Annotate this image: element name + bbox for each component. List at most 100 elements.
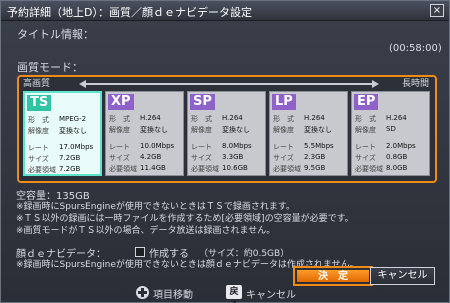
long-time-label: 長時間 xyxy=(401,79,429,89)
spec-value: 17.0Mbps xyxy=(59,143,94,151)
spec-key: サイズ xyxy=(273,154,294,162)
spec-value: 11.4GB xyxy=(140,164,166,172)
note-3: ※画質モードがＴＳ以外の場合、データ放送は録画されません。 xyxy=(16,226,276,236)
spec-key: 形 式 xyxy=(28,116,49,124)
quality-spec-row: サイズ 2.3GB xyxy=(273,153,347,163)
quality-spec-row: 解像度 変換なし xyxy=(273,125,347,135)
spec-key: 解像度 xyxy=(191,126,212,134)
spec-key: レート xyxy=(28,144,49,152)
spec-value: 3.3GB xyxy=(222,153,244,161)
spec-value: 変換なし xyxy=(304,126,332,134)
quality-code-badge: XP xyxy=(108,94,134,110)
spec-value: 8.0Mbps xyxy=(222,142,252,150)
spec-key: 解像度 xyxy=(109,126,130,134)
quality-spec-row: 解像度 変換なし xyxy=(109,125,183,135)
spec-key: 必要領域 xyxy=(109,165,137,173)
spec-value: 0.8GB xyxy=(386,153,408,161)
title-bar: 予約詳細（地上D）：画質／顔ｄｅナビデータ設定 × xyxy=(1,1,449,21)
quality-spec-row: 形 式 MPEG-2 xyxy=(28,115,102,125)
quality-spec-row: サイズ 3.3GB xyxy=(191,153,265,163)
duration: (00:58:00) xyxy=(389,43,442,54)
spec-value: 変換なし xyxy=(222,126,250,134)
quality-card-ts[interactable]: TS 形 式 MPEG-2 解像度 変換なし レート 17.0Mbps サイズ 7.2GB 必要領… xyxy=(23,91,102,176)
quality-spec-row: 解像度 変換なし xyxy=(191,125,265,135)
title-info-label: タイトル情報： xyxy=(17,28,94,41)
ok-button-label: 決 定 xyxy=(297,270,369,282)
quality-spec-row: 形 式 H.264 xyxy=(191,114,265,124)
spec-value: H.264 xyxy=(386,114,407,122)
spec-value: H.264 xyxy=(222,114,243,122)
high-quality-label: 高画質 xyxy=(23,79,51,89)
quality-spec-row: サイズ 0.8GB xyxy=(355,153,429,163)
quality-card-xp[interactable]: XP 形 式 H.264 解像度 変換なし レート 10.0Mbps サイズ 4.2GB 必要領域… xyxy=(105,91,184,176)
spec-value: H.264 xyxy=(140,114,161,122)
quality-spec-row: レート 17.0Mbps xyxy=(28,143,102,153)
ok-button[interactable]: 決 定 xyxy=(293,266,373,286)
quality-spec-row: 必要領域 7.2GB xyxy=(28,165,102,175)
spec-value: 10.6GB xyxy=(222,164,248,172)
spec-value: 7.2GB xyxy=(59,154,81,162)
cancel-button[interactable]: キャンセル xyxy=(370,267,435,285)
dpad-icon xyxy=(136,286,149,299)
spec-value: 4.2GB xyxy=(140,153,162,161)
quality-spec-row: 必要領域 9.5GB xyxy=(273,164,347,174)
spec-value: 2.0Mbps xyxy=(386,142,416,150)
spec-value: H.264 xyxy=(304,114,325,122)
quality-spec-row: 解像度 変換なし xyxy=(28,126,102,136)
spec-value: MPEG-2 xyxy=(59,115,87,123)
quality-spec-row: 必要領域 8.0GB xyxy=(355,164,429,174)
spec-key: 必要領域 xyxy=(355,165,383,173)
spec-key: 形 式 xyxy=(355,115,376,123)
quality-spec-row: レート 2.0Mbps xyxy=(355,142,429,152)
spec-value: 2.3GB xyxy=(304,153,326,161)
quality-spec-row: 形 式 H.264 xyxy=(273,114,347,124)
spec-value: 5.5Mbps xyxy=(304,142,334,150)
back-key-icon: 戻る xyxy=(226,285,242,303)
spec-key: サイズ xyxy=(28,155,49,163)
spec-key: 解像度 xyxy=(273,126,294,134)
quality-code-badge: EP xyxy=(354,94,379,110)
quality-code-badge: TS xyxy=(27,95,52,111)
spec-key: 必要領域 xyxy=(28,166,56,174)
quality-card-lp[interactable]: LP 形 式 H.264 解像度 変換なし レート 5.5Mbps サイズ 2.3GB 必要領域 9… xyxy=(269,91,348,176)
spec-key: サイズ xyxy=(191,154,212,162)
spec-key: レート xyxy=(191,143,212,151)
quality-spec-row: レート 10.0Mbps xyxy=(109,142,183,152)
spec-value: 変換なし xyxy=(140,126,168,134)
quality-arrow xyxy=(79,80,379,88)
window-title: 予約詳細（地上D）：画質／顔ｄｅナビデータ設定 xyxy=(7,6,252,19)
spec-key: 解像度 xyxy=(28,127,49,135)
spec-value: SD xyxy=(386,125,396,133)
spec-key: レート xyxy=(355,143,376,151)
quality-spec-row: レート 8.0Mbps xyxy=(191,142,265,152)
quality-spec-row: サイズ 4.2GB xyxy=(109,153,183,163)
spec-key: 形 式 xyxy=(109,115,130,123)
dialog-window: 予約詳細（地上D）：画質／顔ｄｅナビデータ設定 × タイトル情報： (00:58… xyxy=(0,0,450,303)
spec-key: 形 式 xyxy=(191,115,212,123)
quality-spec-row: 必要領域 10.6GB xyxy=(191,164,265,174)
spec-key: サイズ xyxy=(109,154,130,162)
spec-value: 8.0GB xyxy=(386,164,408,172)
quality-card-ep[interactable]: EP 形 式 H.264 解像度 SD レート 2.0Mbps サイズ 0.8GB 必要領域 8.0… xyxy=(351,91,430,176)
quality-spec-row: レート 5.5Mbps xyxy=(273,142,347,152)
close-icon[interactable]: × xyxy=(430,4,444,17)
quality-spec-row: 形 式 H.264 xyxy=(355,114,429,124)
spec-key: サイズ xyxy=(355,154,376,162)
quality-mode-selector: 高画質 長時間 TS 形 式 MPEG-2 解像度 変換なし レート 17.0Mbps サイズ… xyxy=(17,75,437,183)
quality-code-badge: SP xyxy=(190,94,215,110)
quality-mode-label: 画質モード： xyxy=(17,61,83,74)
spec-key: 必要領域 xyxy=(191,165,219,173)
spec-key: レート xyxy=(109,143,130,151)
spec-key: 解像度 xyxy=(355,126,376,134)
face-nav-checkbox[interactable] xyxy=(135,247,145,257)
quality-code-badge: LP xyxy=(272,94,296,110)
cancel-hint: キャンセル xyxy=(246,290,296,301)
spec-value: 9.5GB xyxy=(304,164,326,172)
quality-spec-row: 解像度 SD xyxy=(355,125,429,135)
spec-key: レート xyxy=(273,143,294,151)
quality-spec-row: 形 式 H.264 xyxy=(109,114,183,124)
spec-value: 7.2GB xyxy=(59,165,81,173)
quality-spec-row: サイズ 7.2GB xyxy=(28,154,102,164)
spec-key: 必要領域 xyxy=(273,165,301,173)
quality-card-sp[interactable]: SP 形 式 H.264 解像度 変換なし レート 8.0Mbps サイズ 3.3GB 必要領域 1… xyxy=(187,91,266,176)
